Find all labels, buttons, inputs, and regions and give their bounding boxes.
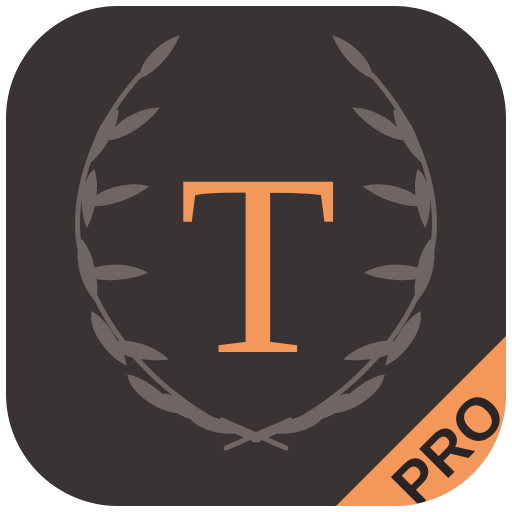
app-icon[interactable]: T PRO xyxy=(0,0,512,512)
monogram-letter: T xyxy=(179,121,338,409)
app-icon-graphic: T PRO xyxy=(6,6,506,506)
